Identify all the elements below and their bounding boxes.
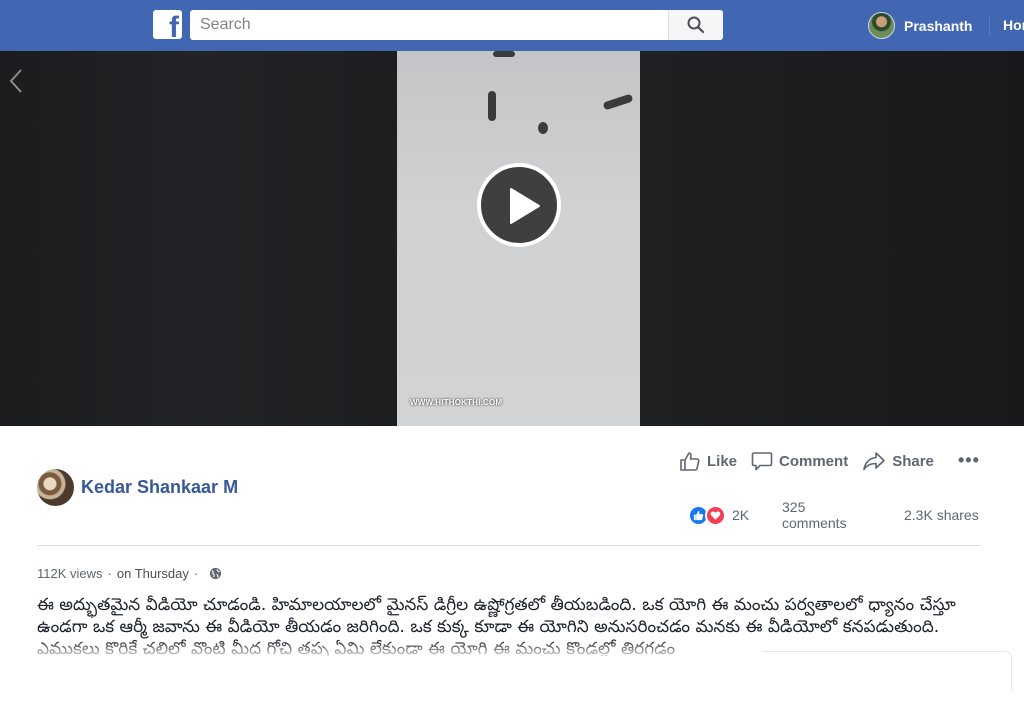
avatar (868, 12, 895, 39)
meta-separator: · (107, 566, 112, 581)
love-reaction-icon[interactable] (705, 504, 726, 526)
video-watermark: WWW.HITHOKTHI.COM (410, 398, 503, 407)
video-letterbox-right (640, 51, 1024, 426)
search-box (190, 10, 723, 40)
share-button[interactable]: Share (862, 450, 934, 472)
video-letterbox-left (0, 51, 397, 426)
logo-letter: f (169, 11, 179, 40)
post-stats: 2K 325 comments 2.3K shares (688, 499, 979, 531)
author-avatar[interactable] (37, 469, 74, 506)
post-meta: 112K views · on Thursday · (37, 566, 222, 581)
chat-panel-edge (762, 651, 1012, 691)
home-link[interactable]: Home (1003, 17, 1024, 33)
comment-count[interactable]: 325 comments (782, 499, 847, 531)
video-player[interactable]: WWW.HITHOKTHI.COM (0, 51, 1024, 426)
top-bar: f Prashanth Home (0, 0, 1024, 51)
post-timestamp[interactable]: on Thursday (117, 566, 189, 581)
like-label: Like (707, 452, 738, 470)
chevron-left-icon (9, 69, 22, 93)
post-author[interactable]: Kedar Shankaar M (37, 469, 238, 506)
comment-icon (751, 452, 773, 471)
video-speck (493, 51, 515, 57)
search-input[interactable] (190, 10, 668, 40)
video-figure (488, 91, 496, 121)
thumbs-up-small-icon (693, 510, 704, 520)
more-options-icon[interactable]: ••• (958, 450, 980, 471)
search-icon (687, 16, 705, 34)
meta-separator: · (193, 566, 199, 581)
reaction-count[interactable]: 2K (732, 507, 749, 523)
play-icon (510, 188, 540, 224)
comment-button[interactable]: Comment (751, 450, 848, 472)
play-button[interactable] (477, 163, 561, 247)
profile-link[interactable]: Prashanth (868, 12, 972, 39)
share-label: Share (892, 452, 934, 470)
search-button[interactable] (668, 10, 723, 40)
heart-icon (710, 510, 721, 520)
view-count: 112K views (37, 566, 103, 581)
previous-arrow[interactable] (8, 67, 24, 100)
post-actions: Like Comment Share (679, 450, 948, 472)
comment-label: Comment (779, 452, 849, 470)
author-name[interactable]: Kedar Shankaar M (81, 477, 238, 498)
like-button[interactable]: Like (679, 450, 737, 472)
share-icon (863, 452, 885, 471)
nav-divider (989, 17, 990, 35)
user-name: Prashanth (904, 17, 973, 34)
thumbs-up-icon (680, 452, 700, 471)
share-count[interactable]: 2.3K shares (904, 507, 979, 523)
video-dog (538, 122, 548, 134)
video-bird (602, 93, 634, 111)
facebook-logo-icon[interactable]: f (153, 10, 182, 39)
divider (37, 545, 981, 546)
globe-icon[interactable] (209, 567, 222, 580)
